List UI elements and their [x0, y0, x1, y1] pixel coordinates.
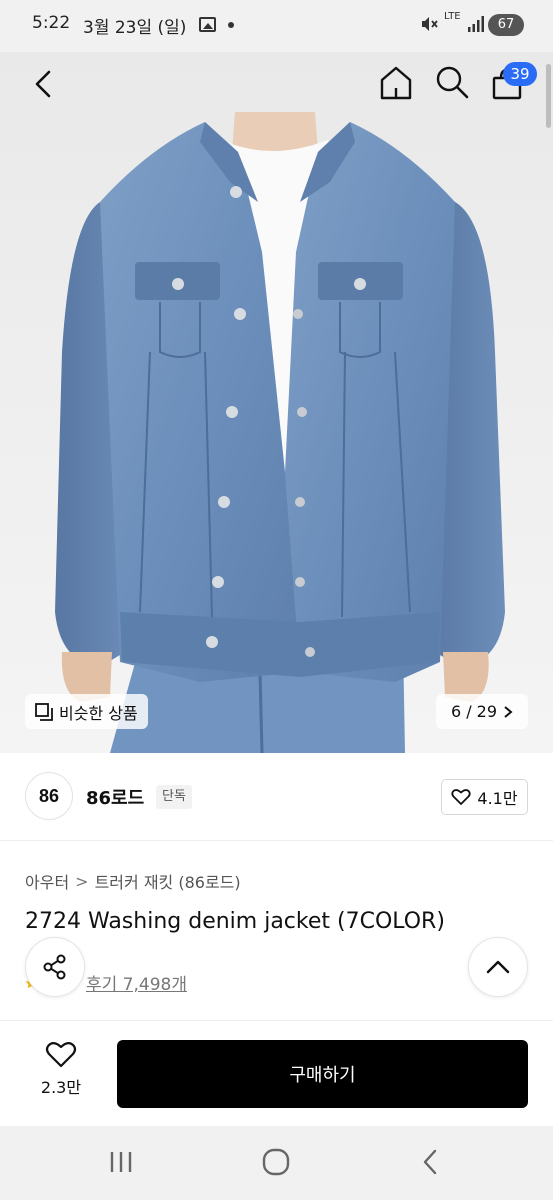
- brand-name[interactable]: 86로드: [86, 784, 144, 810]
- brand-like-button[interactable]: 4.1만: [441, 779, 528, 815]
- page-counter-text: 6 / 29: [450, 702, 498, 721]
- brand-like-count: 4.1만: [477, 789, 518, 808]
- back-button[interactable]: [24, 64, 64, 104]
- chevron-left-icon: [35, 70, 51, 98]
- chevron-up-icon: [486, 960, 510, 974]
- similar-products-icon: [35, 702, 53, 721]
- chevron-right-icon: [504, 705, 513, 718]
- scroll-indicator: [546, 64, 551, 128]
- system-back-button[interactable]: [420, 1148, 440, 1180]
- system-home-button[interactable]: [262, 1148, 290, 1180]
- notification-dot-icon: [228, 22, 234, 28]
- similar-products-button[interactable]: 비슷한 상품: [25, 694, 148, 729]
- wishlist-button[interactable]: 2.3만: [28, 1040, 94, 1108]
- cart-count-badge: 39: [503, 62, 537, 86]
- scroll-to-top-button[interactable]: [468, 937, 528, 997]
- denim-jacket-photo: [0, 52, 553, 753]
- gallery-notification-icon: [199, 17, 216, 32]
- brand-logo-text: 86: [38, 785, 60, 806]
- image-page-counter[interactable]: 6 / 29: [436, 694, 528, 729]
- product-title: 2724 Washing denim jacket (7COLOR): [25, 909, 445, 934]
- heart-icon: [451, 789, 472, 805]
- product-image[interactable]: [0, 52, 553, 753]
- home-icon: [380, 66, 412, 100]
- breadcrumb-separator-icon: >: [75, 871, 89, 891]
- buy-button[interactable]: 구매하기: [117, 1040, 528, 1108]
- breadcrumb-subcategory[interactable]: 트러커 재킷 (86로드): [95, 869, 241, 893]
- review-link[interactable]: 후기 7,498개: [86, 970, 187, 995]
- brand-logo[interactable]: 86: [25, 772, 73, 820]
- search-button[interactable]: [432, 62, 472, 102]
- exclusive-badge: 단독: [156, 785, 192, 809]
- recents-button[interactable]: [108, 1150, 134, 1178]
- divider: [0, 840, 553, 841]
- signal-icon: [467, 14, 485, 38]
- breadcrumb: 아우터 > 트러커 재킷 (86로드): [25, 869, 241, 893]
- buy-button-label: 구매하기: [289, 1065, 356, 1086]
- search-icon: [436, 66, 469, 99]
- status-bar: 5:22 3월 23일 (일) LTE 67: [0, 0, 553, 52]
- home-circle-icon: [262, 1148, 290, 1176]
- back-icon: [423, 1149, 437, 1175]
- share-button[interactable]: [25, 937, 85, 997]
- share-icon: [43, 954, 66, 980]
- breadcrumb-category[interactable]: 아우터: [25, 869, 69, 893]
- battery-indicator: 67: [488, 14, 524, 36]
- heart-icon: [45, 1042, 77, 1068]
- status-time: 5:22: [32, 13, 71, 33]
- home-button[interactable]: [376, 62, 416, 102]
- wishlist-count: 2.3만: [40, 1078, 82, 1097]
- mute-icon: [419, 14, 439, 38]
- similar-products-label: 비슷한 상품: [59, 703, 138, 723]
- recents-icon: [110, 1152, 132, 1172]
- status-date: 3월 23일 (일): [83, 18, 187, 38]
- network-type: LTE: [444, 11, 461, 22]
